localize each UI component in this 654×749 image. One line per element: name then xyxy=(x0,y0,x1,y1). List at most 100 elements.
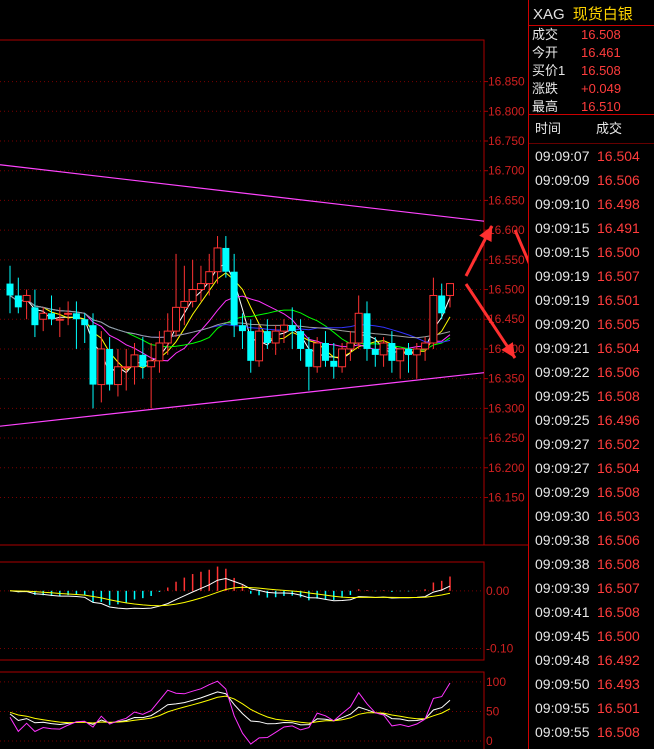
table-row: 09:09:50 16.493 xyxy=(529,672,654,696)
quote-row: 涨跌 +0.049 xyxy=(529,80,654,98)
symbol: XAG xyxy=(533,6,565,23)
tick-price: 16.500 xyxy=(597,628,640,644)
instrument-title: XAG 现货白银 xyxy=(533,3,633,24)
candle-body xyxy=(230,271,238,326)
candle-body xyxy=(238,325,246,332)
macd-panel-frame xyxy=(0,561,485,661)
tick-price: 16.508 xyxy=(597,556,640,572)
quote-label: 买价1 xyxy=(532,63,566,78)
quote-value: 16.508 xyxy=(581,63,621,78)
candle-body xyxy=(106,348,114,385)
candle-body xyxy=(213,247,222,273)
tick-price: 16.508 xyxy=(597,724,640,740)
tick-label: 0 xyxy=(486,734,493,748)
candle-body xyxy=(172,306,181,332)
tick-label: 16.150 xyxy=(488,490,525,504)
table-row: 09:09:29 16.508 xyxy=(529,480,654,504)
table-row: 09:09:27 16.502 xyxy=(529,432,654,456)
table-row: 09:09:15 16.491 xyxy=(529,216,654,240)
macd-panel: 0.00 -0.10 xyxy=(0,566,514,655)
tick-price: 16.505 xyxy=(597,316,640,332)
tick-price: 16.507 xyxy=(597,268,640,284)
tick-price: 16.498 xyxy=(597,196,640,212)
candle-body xyxy=(205,271,214,285)
tick-time: 09:09:07 xyxy=(535,148,590,164)
candle-body xyxy=(196,283,205,291)
candle-body xyxy=(313,342,322,368)
table-row: 09:09:27 16.504 xyxy=(529,456,654,480)
table-row: 09:09:38 16.506 xyxy=(529,528,654,552)
price-axis: 16.850 16.800 16.750 16.700 16.650 16.600 16.5… xyxy=(484,75,525,504)
candle-body xyxy=(263,331,271,343)
candle-body xyxy=(363,313,371,349)
table-row: 09:09:55 16.508 xyxy=(529,720,654,744)
table-row: 09:09:19 16.507 xyxy=(529,264,654,288)
candle-body xyxy=(22,294,31,302)
tick-time: 09:09:25 xyxy=(535,412,590,428)
candle-body xyxy=(31,307,39,326)
quote-value: 16.508 xyxy=(581,27,621,42)
candle-body xyxy=(147,360,156,368)
tick-price: 16.506 xyxy=(597,172,640,188)
tick-time: 09:09:27 xyxy=(535,460,590,476)
quote-panel: 成交 16.508 今开 16.461 买价1 16.508 涨跌 +0.049 最高 1… xyxy=(529,25,654,116)
tick-price: 16.508 xyxy=(597,604,640,620)
tick-time: 09:09:38 xyxy=(535,532,590,548)
candle-body xyxy=(330,360,338,367)
tick-price: 16.508 xyxy=(597,388,640,404)
tick-time: 09:09:15 xyxy=(535,244,590,260)
tick-time: 09:09:21 xyxy=(535,340,590,356)
quote-label: 成交 xyxy=(532,27,559,42)
candle-body xyxy=(180,300,189,308)
chart-area: 16.850 16.800 16.750 16.700 16.650 16.600 16.5… xyxy=(0,39,528,749)
tick-time: 09:09:09 xyxy=(535,172,590,188)
upper-trend-line xyxy=(0,164,485,222)
candle-body xyxy=(188,289,197,302)
candle-body xyxy=(388,343,396,361)
table-row: 09:09:41 16.508 xyxy=(529,600,654,624)
tick-label: 16.800 xyxy=(488,104,525,118)
tick-time: 09:09:45 xyxy=(535,628,590,644)
time-column-header: 时间 xyxy=(535,121,562,136)
tick-price: 16.491 xyxy=(597,220,640,236)
candle-body xyxy=(438,295,446,314)
tick-price: 16.502 xyxy=(597,436,640,452)
tick-time: 09:09:30 xyxy=(535,508,590,524)
candle-body xyxy=(297,331,305,349)
tick-price: 16.504 xyxy=(597,148,640,164)
candle-body xyxy=(396,348,405,362)
tick-price: 16.503 xyxy=(597,508,640,524)
kdj-panel: 100 50 0 xyxy=(0,675,506,748)
tick-label: 16.250 xyxy=(488,431,525,445)
tick-table[interactable]: 时间 成交 09:09:07 16.504 09:09:09 16.506 09:09:… xyxy=(529,114,654,744)
candle-body xyxy=(48,313,56,320)
kdj-line xyxy=(9,691,451,726)
tick-time: 09:09:10 xyxy=(535,196,590,212)
tick-time: 09:09:41 xyxy=(535,604,590,620)
tick-price: 16.508 xyxy=(597,484,640,500)
quote-sidebar: XAG 现货白银 成交 16.508 今开 16.461 买价1 16.508 涨跌 +0… xyxy=(528,0,654,749)
table-row: 09:09:25 16.496 xyxy=(529,408,654,432)
tick-label: 16.600 xyxy=(488,223,525,237)
candle-body xyxy=(429,294,438,344)
tick-time: 09:09:22 xyxy=(535,364,590,380)
tick-time: 09:09:25 xyxy=(535,388,590,404)
tick-time: 09:09:27 xyxy=(535,436,590,452)
candle-body xyxy=(55,318,64,321)
tick-label: 16.500 xyxy=(488,283,525,297)
candle-body xyxy=(255,330,264,362)
tick-price: 16.501 xyxy=(597,700,640,716)
instrument-name: 现货白银 xyxy=(572,6,633,23)
table-row: 09:09:25 16.508 xyxy=(529,384,654,408)
tick-label: 16.550 xyxy=(488,253,525,267)
main-panel-frame xyxy=(0,39,485,546)
tick-time: 09:09:19 xyxy=(535,292,590,308)
kdj-line xyxy=(9,680,451,745)
tick-price: 16.493 xyxy=(597,676,640,692)
tick-label: 16.650 xyxy=(488,193,525,207)
candle-body xyxy=(39,312,48,320)
tick-label: 16.300 xyxy=(488,401,525,415)
candle-body xyxy=(97,348,106,386)
candle-body xyxy=(222,247,230,272)
table-row: 09:09:19 16.501 xyxy=(529,288,654,312)
